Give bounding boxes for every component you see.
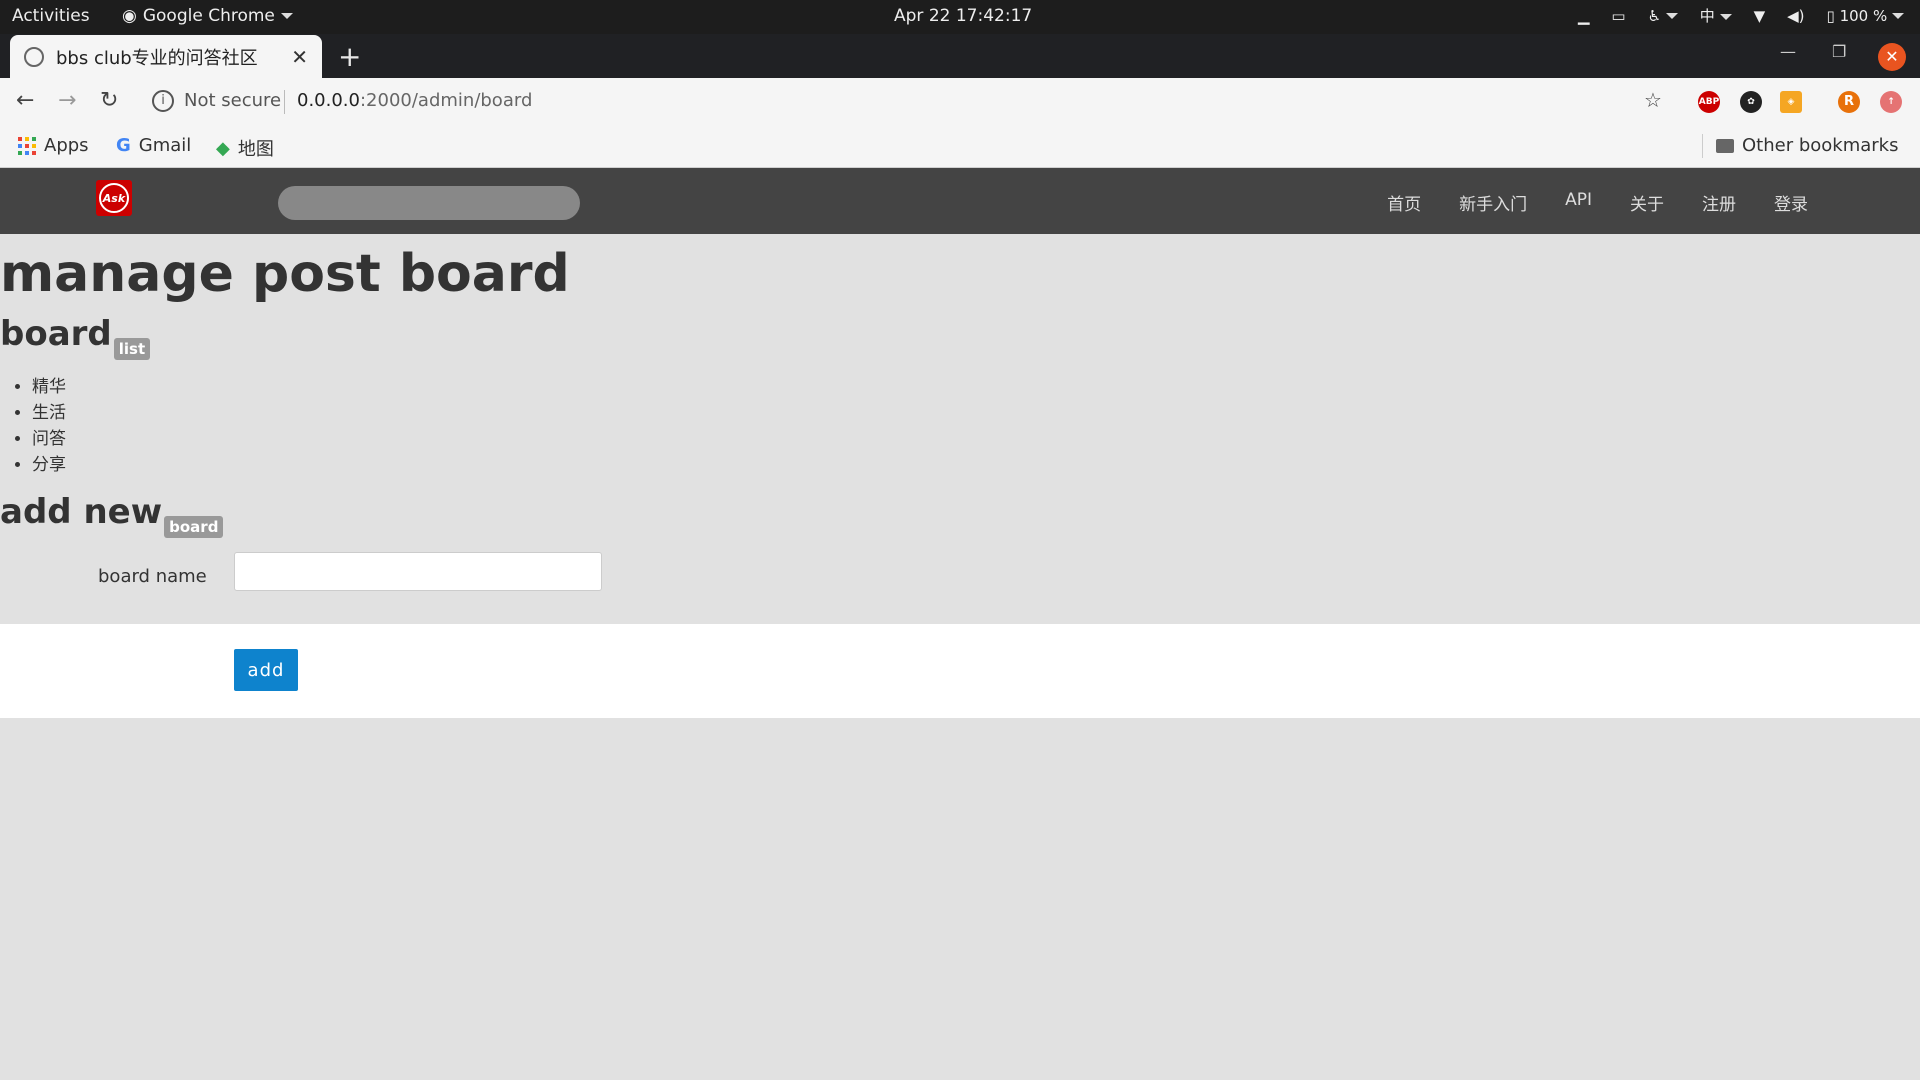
clock[interactable]: Apr 22 17:42:17 [894, 6, 1032, 26]
tab-strip: bbs club专业的问答社区 ✕ + — ❐ ✕ [0, 34, 1920, 78]
add-new-heading: add new board [0, 492, 1920, 538]
search-input[interactable] [278, 186, 580, 220]
list-item: 分享 [32, 452, 1920, 478]
bookmark-apps-label: Apps [44, 135, 89, 156]
form-actions: add [0, 624, 1920, 718]
url-path: :2000/admin/board [359, 90, 533, 111]
add-new-heading-text: add new [0, 492, 163, 532]
chevron-down-icon [280, 13, 293, 19]
site-logo[interactable]: Ask [96, 180, 132, 216]
volume-icon: ◀) [1787, 6, 1805, 25]
screen-icon: ▁ [1577, 6, 1590, 25]
accessibility-icon: ♿ [1648, 7, 1678, 25]
board-name-row: board name [0, 552, 1920, 612]
keyboard-icon: ▭ [1611, 6, 1626, 25]
input-method-indicator: 中 [1700, 5, 1732, 26]
folder-icon [1716, 138, 1734, 153]
nav-register[interactable]: 注册 [1702, 190, 1736, 215]
browser-tab[interactable]: bbs club专业的问答社区 ✕ [10, 35, 322, 78]
list-item: 问答 [32, 426, 1920, 452]
forward-icon[interactable]: → [58, 88, 76, 113]
board-list-heading: board list [0, 314, 1920, 360]
board-heading-text: board [0, 314, 112, 354]
back-icon[interactable]: ← [16, 88, 34, 113]
battery-indicator: ▯ 100 % [1827, 7, 1904, 25]
chrome-icon: ◉ [122, 6, 137, 26]
info-icon[interactable]: i [152, 90, 174, 112]
compass-icon [24, 46, 44, 67]
update-icon[interactable]: ↑ [1880, 91, 1902, 113]
tab-title: bbs club专业的问答社区 [56, 47, 258, 69]
board-name-label: board name [98, 566, 207, 587]
activities-button[interactable]: Activities [12, 6, 90, 26]
address-bar[interactable]: 0.0.0.0:2000/admin/board [297, 90, 532, 111]
bookmark-star-icon[interactable]: ☆ [1644, 88, 1662, 112]
system-tray[interactable]: ▁ ▭ ♿ 中 ▼ ◀) ▯ 100 % [1578, 5, 1904, 26]
nav-login[interactable]: 登录 [1774, 190, 1808, 215]
add-button[interactable]: add [234, 649, 298, 691]
board-badge: board [164, 516, 224, 538]
bookmark-other-label: Other bookmarks [1742, 135, 1899, 156]
list-item: 生活 [32, 400, 1920, 426]
apps-grid-icon [18, 136, 36, 155]
board-list: 精华 生活 问答 分享 [32, 374, 1920, 478]
page-title: manage post board [0, 244, 570, 304]
board-name-input[interactable] [234, 552, 602, 591]
bookmark-gmail-label: Gmail [138, 135, 192, 156]
minimize-icon[interactable]: — [1780, 42, 1796, 61]
url-host: 0.0.0.0 [297, 90, 360, 111]
app-menu[interactable]: ◉ Google Chrome [122, 6, 293, 26]
app-menu-label: Google Chrome [142, 6, 275, 26]
browser-toolbar: ← → ↻ i Not secure 0.0.0.0:2000/admin/bo… [0, 78, 1920, 126]
restore-icon[interactable]: ❐ [1832, 42, 1846, 61]
extension-icon[interactable]: ◈ [1780, 91, 1802, 113]
security-label[interactable]: Not secure [184, 90, 281, 111]
google-icon: G [116, 135, 131, 156]
list-item: 精华 [32, 374, 1920, 400]
close-tab-icon[interactable]: ✕ [291, 45, 308, 69]
site-navbar: Ask 首页 新手入门 API 关于 注册 登录 [0, 168, 1920, 234]
site-nav-links: 首页 新手入门 API 关于 注册 登录 [1387, 190, 1808, 215]
adblock-icon[interactable]: ABP [1698, 91, 1720, 113]
profile-avatar[interactable]: R [1838, 91, 1860, 113]
window-close-button[interactable]: ✕ [1878, 43, 1906, 71]
maps-icon: ◆ [216, 137, 230, 159]
wifi-icon: ▼ [1753, 6, 1766, 25]
nav-getting-started[interactable]: 新手入门 [1459, 190, 1527, 215]
reload-icon[interactable]: ↻ [100, 88, 118, 113]
main-content: manage post board board list 精华 生活 问答 分享… [0, 234, 1920, 612]
bookmarks-bar: Apps G Gmail ◆ 地图 Other bookmarks [0, 126, 1920, 168]
url-divider [284, 90, 285, 114]
bookmark-maps-label: 地图 [237, 139, 274, 160]
bookmark-gmail[interactable]: G Gmail [116, 135, 191, 156]
nav-home[interactable]: 首页 [1387, 190, 1421, 215]
nav-api[interactable]: API [1565, 190, 1592, 215]
bookmark-maps[interactable]: ◆ 地图 [216, 135, 274, 161]
system-top-bar: Activities ◉ Google Chrome Apr 22 17:42:… [0, 0, 1920, 34]
bookmark-apps[interactable]: Apps [18, 135, 89, 156]
nav-about[interactable]: 关于 [1630, 190, 1664, 215]
bookmark-other[interactable]: Other bookmarks [1716, 135, 1898, 156]
bookmarks-divider [1702, 134, 1703, 158]
new-tab-button[interactable]: + [338, 40, 361, 73]
list-badge: list [113, 338, 151, 360]
gnome-extension-icon[interactable]: ✿ [1740, 91, 1762, 113]
